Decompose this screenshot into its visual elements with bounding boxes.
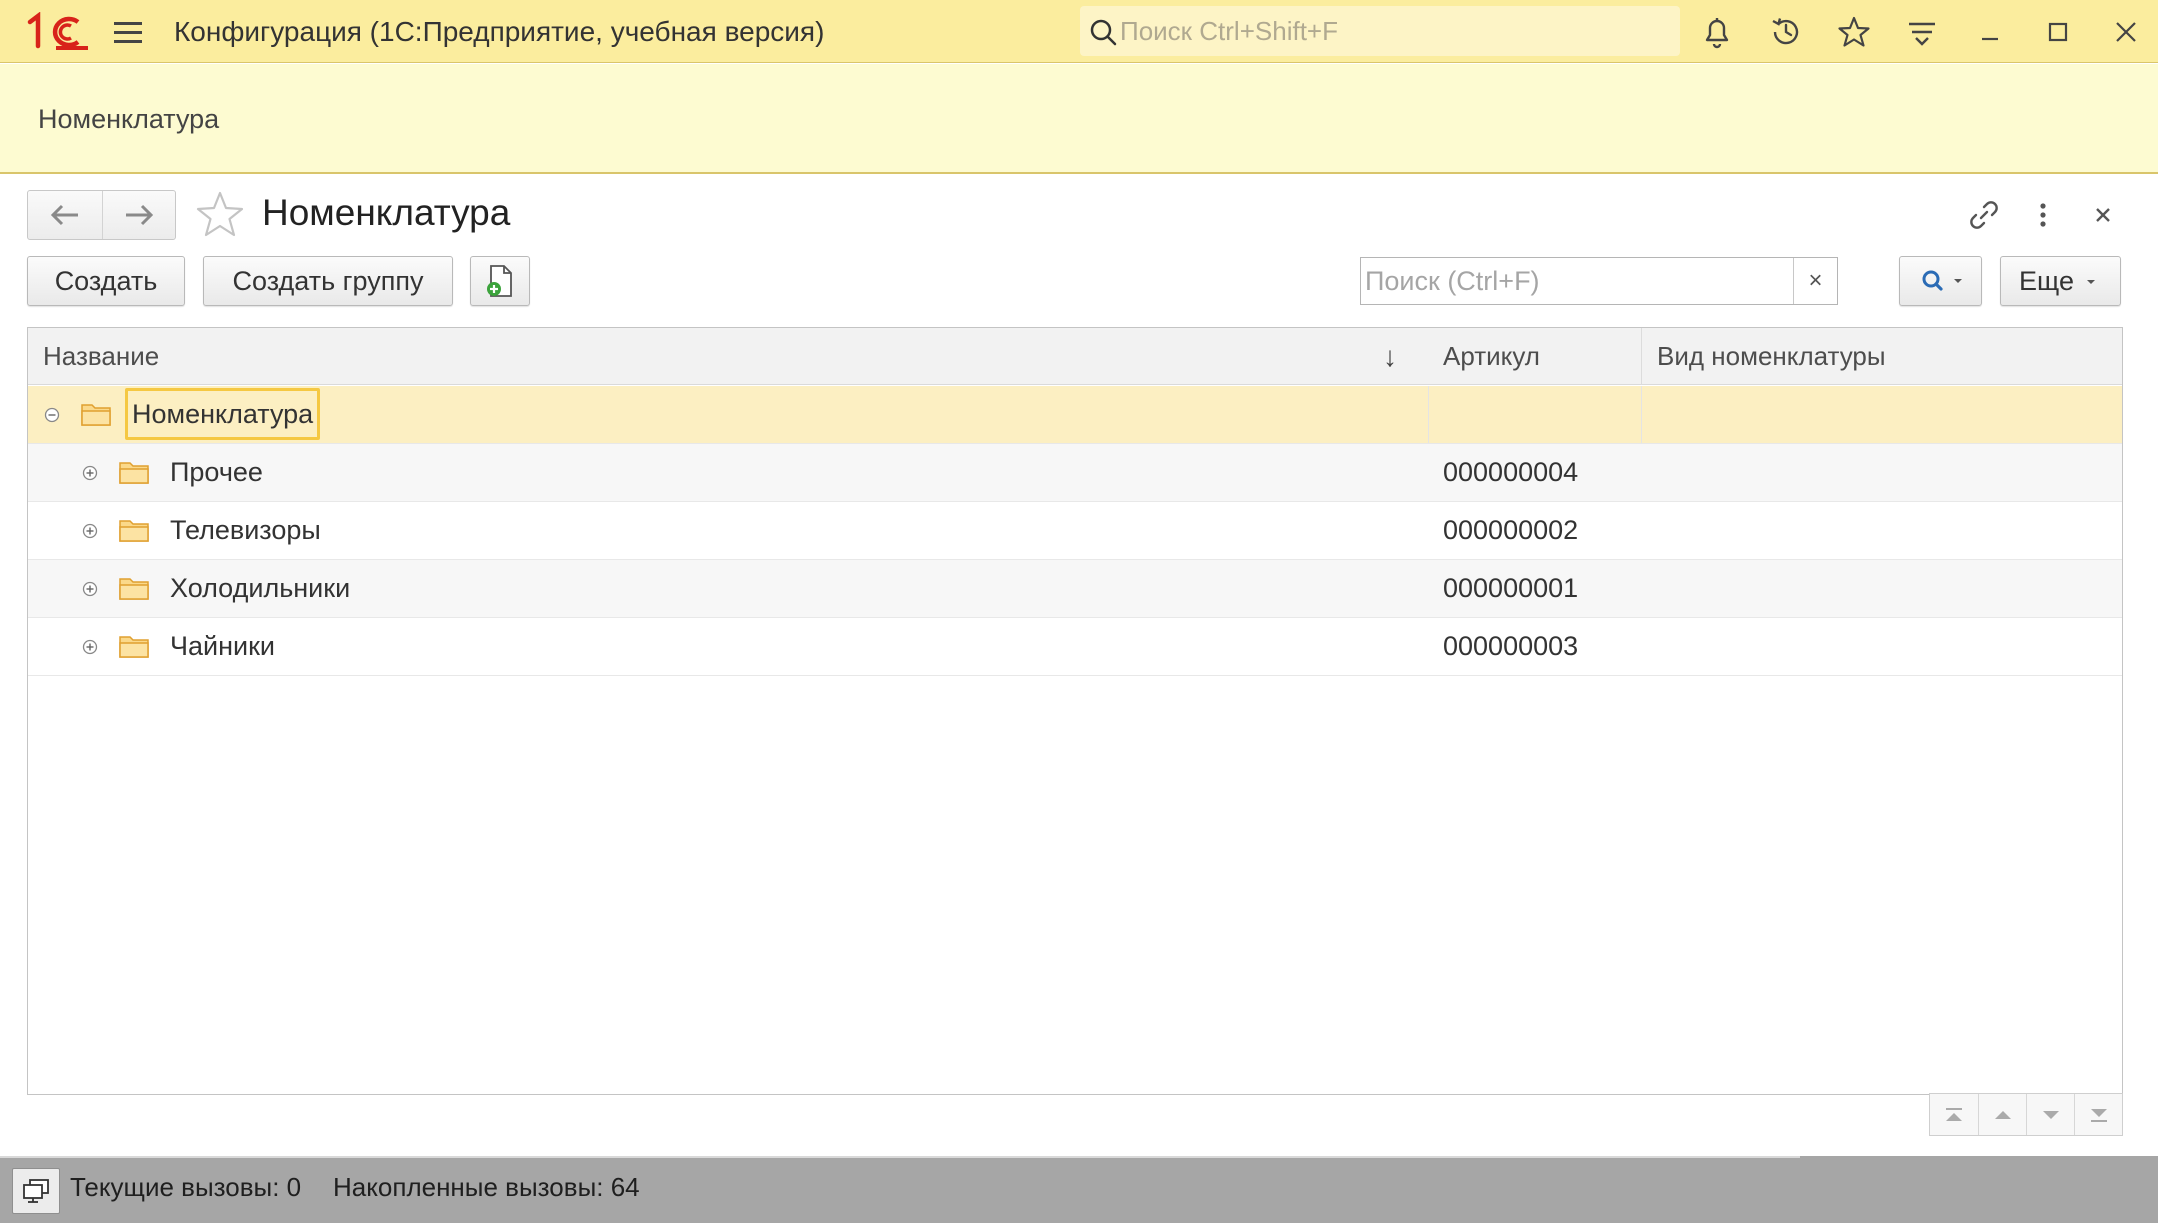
column-header-name[interactable]: Название — [28, 328, 1428, 385]
table-row[interactable]: Чайники 000000003 — [28, 618, 2122, 676]
history-icon[interactable] — [1764, 10, 1808, 54]
search-icon — [1088, 17, 1118, 47]
search-options-button[interactable] — [1899, 256, 1982, 306]
nomenclature-table: Название ↓ Артикул Вид номенклатуры Номе… — [27, 327, 2123, 1095]
form-title: Номенклатура — [262, 192, 511, 233]
global-search[interactable] — [1080, 6, 1680, 56]
expand-icon[interactable] — [82, 465, 98, 481]
scroll-up-icon[interactable] — [1978, 1094, 2026, 1135]
column-article-label: Артикул — [1443, 341, 1540, 371]
name-cell: Прочее — [170, 457, 263, 487]
more-button-label: Еще — [2019, 265, 2074, 296]
arrow-right-icon — [125, 204, 153, 226]
more-menu-icon[interactable] — [1900, 10, 1944, 54]
table-row[interactable]: Телевизоры 000000002 — [28, 502, 2122, 560]
folder-icon — [119, 518, 149, 542]
column-kind-label: Вид номенклатуры — [1657, 341, 1886, 371]
column-header-kind[interactable]: Вид номенклатуры — [1641, 328, 2122, 385]
column-header-article[interactable]: Артикул — [1428, 328, 1641, 385]
column-name-label: Название — [43, 341, 160, 371]
app-title: Конфигурация (1С:Предприятие, учебная ве… — [174, 16, 825, 47]
article-cell: 000000004 — [1443, 457, 1579, 487]
more-actions-icon[interactable] — [2021, 193, 2065, 237]
table-row[interactable]: Холодильники 000000001 — [28, 560, 2122, 618]
sort-arrow-icon: ↓ — [1383, 341, 1397, 372]
name-cell: Холодильники — [170, 573, 351, 603]
chevron-down-icon — [2086, 280, 2095, 284]
section-link-nomenclature[interactable]: Номенклатура — [38, 104, 219, 135]
section-panel: Номенклатура — [0, 64, 2158, 174]
folder-icon — [119, 634, 149, 658]
create-by-copy-button[interactable] — [470, 256, 530, 306]
root-name-cell: Номенклатура — [125, 388, 321, 440]
folder-icon — [119, 460, 149, 484]
maximize-icon[interactable] — [2036, 10, 2080, 54]
notifications-bell-icon[interactable] — [1695, 10, 1739, 54]
search-dropdown-icon — [1922, 270, 1962, 291]
add-to-favorites-star-icon[interactable] — [194, 189, 246, 241]
scroll-down-icon[interactable] — [2026, 1094, 2074, 1135]
global-search-input[interactable] — [1120, 6, 1670, 56]
list-search-input[interactable] — [1361, 258, 1791, 304]
clear-search-button[interactable]: × — [1793, 258, 1837, 304]
table-header: Название ↓ Артикул Вид номенклатуры — [28, 328, 2122, 385]
column-separator — [1428, 386, 1429, 443]
favorites-star-icon[interactable] — [1832, 10, 1876, 54]
close-icon[interactable] — [2104, 10, 2148, 54]
performance-monitor-icon[interactable] — [12, 1168, 60, 1214]
table-row[interactable]: Прочее 000000004 — [28, 444, 2122, 502]
folder-icon — [119, 576, 149, 600]
arrow-left-icon — [50, 204, 78, 226]
minimize-icon[interactable] — [1968, 10, 2012, 54]
name-cell: Телевизоры — [170, 515, 321, 545]
expand-icon[interactable] — [82, 581, 98, 597]
status-bar-highlight — [0, 1156, 1800, 1158]
app-logo — [26, 12, 90, 52]
expand-icon[interactable] — [82, 523, 98, 539]
link-icon[interactable] — [1962, 193, 2006, 237]
article-cell: 000000003 — [1443, 631, 1579, 661]
accumulated-calls: Накопленные вызовы: 64 — [333, 1172, 640, 1202]
name-cell: Чайники — [170, 631, 275, 661]
collapse-icon[interactable] — [44, 407, 60, 423]
list-form: Номенклатура Создать Создать группу Поис… — [2, 175, 2156, 1155]
create-button[interactable]: Создать — [27, 256, 185, 306]
expand-icon[interactable] — [82, 639, 98, 655]
back-button[interactable] — [28, 191, 102, 239]
column-separator — [1641, 386, 1642, 443]
new-document-icon — [487, 265, 512, 297]
scroll-to-bottom-icon[interactable] — [2074, 1094, 2122, 1135]
forward-button[interactable] — [101, 191, 176, 239]
scroll-to-top-icon[interactable] — [1930, 1094, 1978, 1135]
create-group-button[interactable]: Создать группу — [203, 256, 453, 306]
more-button[interactable]: Еще — [2000, 256, 2121, 306]
article-cell: 000000002 — [1443, 515, 1579, 545]
main-menu-icon[interactable] — [110, 14, 146, 50]
status-bar: Текущие вызовы: 0 Накопленные вызовы: 64 — [0, 1156, 2158, 1223]
article-cell: 000000001 — [1443, 573, 1579, 603]
table-row-root[interactable]: Номенклатура — [28, 386, 2122, 444]
list-search: × — [1360, 257, 1838, 305]
close-form-icon[interactable] — [2081, 193, 2125, 237]
current-calls: Текущие вызовы: 0 — [70, 1172, 302, 1202]
history-nav — [27, 190, 176, 240]
folder-open-icon — [81, 402, 111, 426]
title-bar: Конфигурация (1С:Предприятие, учебная ве… — [0, 0, 2158, 63]
list-scroll-navigation — [1929, 1093, 2123, 1136]
